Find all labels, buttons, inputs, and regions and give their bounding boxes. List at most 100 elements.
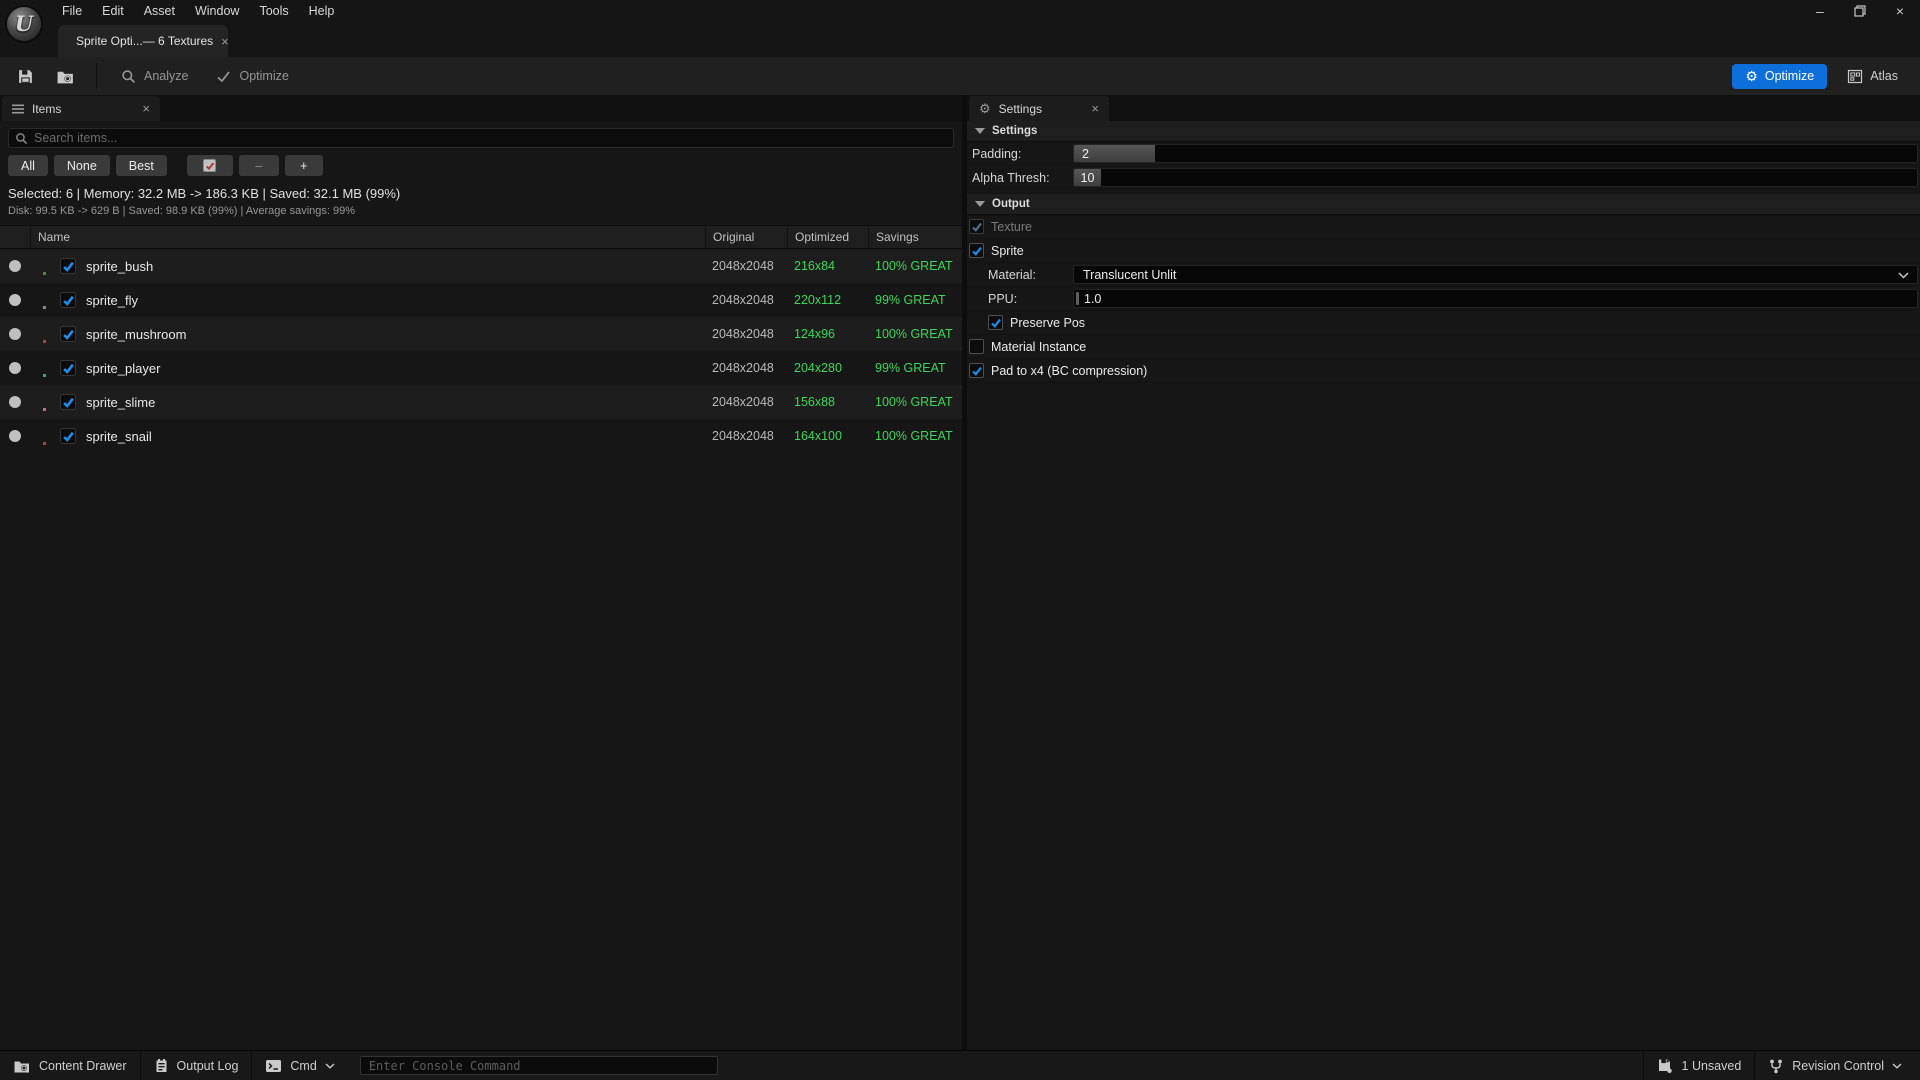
window-controls: – × bbox=[1816, 4, 1920, 18]
tab-settings[interactable]: ⚙ Settings × bbox=[969, 96, 1109, 121]
sprite-thumbnail bbox=[43, 442, 46, 445]
console-command-input[interactable] bbox=[360, 1056, 718, 1075]
row-checkbox[interactable] bbox=[60, 360, 76, 376]
menu-edit[interactable]: Edit bbox=[92, 1, 134, 21]
row-checkbox[interactable] bbox=[60, 292, 76, 308]
chevron-down-icon bbox=[1898, 272, 1909, 279]
original-size: 2048x2048 bbox=[705, 429, 787, 443]
optimize-toolbar-button[interactable]: Optimize bbox=[202, 57, 302, 95]
main-area: Items × All None Best bbox=[0, 95, 1920, 1050]
document-tab[interactable]: Sprite Opti...— 6 Textures × bbox=[58, 25, 228, 57]
increase-button[interactable]: + bbox=[285, 155, 323, 176]
status-bar: Content Drawer Output Log Cmd bbox=[0, 1050, 1920, 1080]
menu-asset[interactable]: Asset bbox=[134, 1, 185, 21]
document-tab-title: Sprite Opti...— 6 Textures bbox=[76, 34, 213, 48]
column-original[interactable]: Original bbox=[705, 226, 787, 248]
padding-input[interactable]: 2 bbox=[1073, 144, 1918, 163]
sprite-name: sprite_bush bbox=[86, 259, 153, 274]
validate-assets-button[interactable] bbox=[45, 57, 86, 95]
menu-window[interactable]: Window bbox=[185, 1, 249, 21]
menu-file[interactable]: File bbox=[52, 1, 92, 21]
revision-control-button[interactable]: Revision Control bbox=[1755, 1051, 1920, 1080]
row-status-dot bbox=[9, 260, 21, 272]
select-best-button[interactable]: Best bbox=[116, 155, 167, 176]
savings-value: 100% GREAT bbox=[868, 259, 962, 273]
row-checkbox[interactable] bbox=[60, 258, 76, 274]
sprite-name: sprite_slime bbox=[86, 395, 155, 410]
tab-close-icon[interactable]: × bbox=[221, 35, 229, 48]
menu-help[interactable]: Help bbox=[299, 1, 345, 21]
original-size: 2048x2048 bbox=[705, 327, 787, 341]
table-row[interactable]: sprite_slime 2048x2048 156x88 100% GREAT bbox=[0, 385, 962, 419]
checkbox-icon bbox=[203, 159, 216, 172]
select-none-button[interactable]: None bbox=[54, 155, 110, 176]
select-all-button[interactable]: All bbox=[8, 155, 48, 176]
decrease-button[interactable]: – bbox=[239, 155, 279, 176]
material-dropdown[interactable]: Translucent Unlit bbox=[1073, 265, 1918, 284]
texture-checkbox[interactable] bbox=[969, 219, 984, 234]
sprite-thumbnail bbox=[43, 408, 46, 411]
row-checkbox[interactable] bbox=[60, 326, 76, 342]
sprite-thumbnail bbox=[43, 374, 46, 377]
search-box bbox=[8, 128, 954, 148]
sprite-label: Sprite bbox=[991, 244, 1024, 258]
menu-tools[interactable]: Tools bbox=[249, 1, 298, 21]
atlas-icon bbox=[1847, 69, 1863, 84]
preserve-pos-checkbox[interactable] bbox=[988, 315, 1003, 330]
save-button[interactable] bbox=[6, 57, 45, 95]
atlas-button[interactable]: Atlas bbox=[1839, 69, 1906, 84]
row-checkbox[interactable] bbox=[60, 428, 76, 444]
save-icon bbox=[17, 68, 34, 85]
settings-panel: ⚙ Settings × Settings Padding: 2 Alpha T… bbox=[967, 95, 1920, 1050]
optimize-primary-button[interactable]: ⚙ Optimize bbox=[1732, 64, 1827, 89]
content-drawer-button[interactable]: Content Drawer bbox=[0, 1051, 140, 1080]
savings-value: 100% GREAT bbox=[868, 395, 962, 409]
column-optimized[interactable]: Optimized bbox=[787, 226, 868, 248]
items-table-body: sprite_bush 2048x2048 216x84 100% GREAT … bbox=[0, 249, 962, 453]
unsaved-button[interactable]: 1 Unsaved bbox=[1644, 1051, 1755, 1080]
tab-items[interactable]: Items × bbox=[2, 96, 160, 121]
search-input[interactable] bbox=[34, 131, 947, 145]
alpha-threshold-input[interactable]: 10 bbox=[1073, 168, 1918, 187]
main-toolbar: Analyze Optimize ⚙ Optimize Atlas bbox=[0, 57, 1920, 95]
table-row[interactable]: sprite_bush 2048x2048 216x84 100% GREAT bbox=[0, 249, 962, 283]
toggle-checked-button[interactable] bbox=[187, 155, 233, 176]
material-instance-label: Material Instance bbox=[991, 340, 1086, 354]
disk-stats: Disk: 99.5 KB -> 629 B | Saved: 98.9 KB … bbox=[8, 205, 954, 217]
close-icon[interactable]: × bbox=[1896, 4, 1904, 18]
ppu-input[interactable]: 1.0 bbox=[1073, 289, 1918, 308]
cmd-selector[interactable]: Cmd bbox=[252, 1051, 347, 1080]
title-bar: File Edit Asset Window Tools Help – × bbox=[0, 0, 1920, 22]
table-row[interactable]: sprite_fly 2048x2048 220x112 99% GREAT bbox=[0, 283, 962, 317]
folder-search-icon bbox=[56, 68, 75, 85]
maximize-icon[interactable] bbox=[1854, 5, 1866, 17]
check-icon bbox=[216, 69, 231, 84]
items-tab-close-icon[interactable]: × bbox=[142, 102, 150, 115]
original-size: 2048x2048 bbox=[705, 361, 787, 375]
section-settings[interactable]: Settings bbox=[967, 121, 1920, 142]
row-status-dot bbox=[9, 396, 21, 408]
table-row[interactable]: sprite_snail 2048x2048 164x100 100% GREA… bbox=[0, 419, 962, 453]
row-checkbox[interactable] bbox=[60, 394, 76, 410]
table-row[interactable]: sprite_player 2048x2048 204x280 99% GREA… bbox=[0, 351, 962, 385]
row-status-dot bbox=[9, 294, 21, 306]
table-row[interactable]: sprite_mushroom 2048x2048 124x96 100% GR… bbox=[0, 317, 962, 351]
gear-icon: ⚙ bbox=[979, 102, 991, 115]
row-status-dot bbox=[9, 362, 21, 374]
settings-tab-close-icon[interactable]: × bbox=[1091, 102, 1099, 115]
minimize-icon[interactable]: – bbox=[1816, 4, 1824, 18]
pad-x4-label: Pad to x4 (BC compression) bbox=[991, 364, 1147, 378]
column-status bbox=[0, 226, 30, 248]
analyze-button[interactable]: Analyze bbox=[107, 57, 202, 95]
optimized-size: 124x96 bbox=[787, 327, 868, 341]
document-tab-strip: Sprite Opti...— 6 Textures × bbox=[0, 22, 1920, 57]
column-name[interactable]: Name bbox=[30, 226, 705, 248]
section-output[interactable]: Output bbox=[967, 194, 1920, 215]
sprite-checkbox[interactable] bbox=[969, 243, 984, 258]
pad-x4-checkbox[interactable] bbox=[969, 363, 984, 378]
column-savings[interactable]: Savings bbox=[868, 226, 962, 248]
output-log-button[interactable]: Output Log bbox=[141, 1051, 252, 1080]
branch-icon bbox=[1768, 1058, 1784, 1074]
material-instance-checkbox[interactable] bbox=[969, 339, 984, 354]
sprite-thumbnail bbox=[43, 272, 46, 275]
